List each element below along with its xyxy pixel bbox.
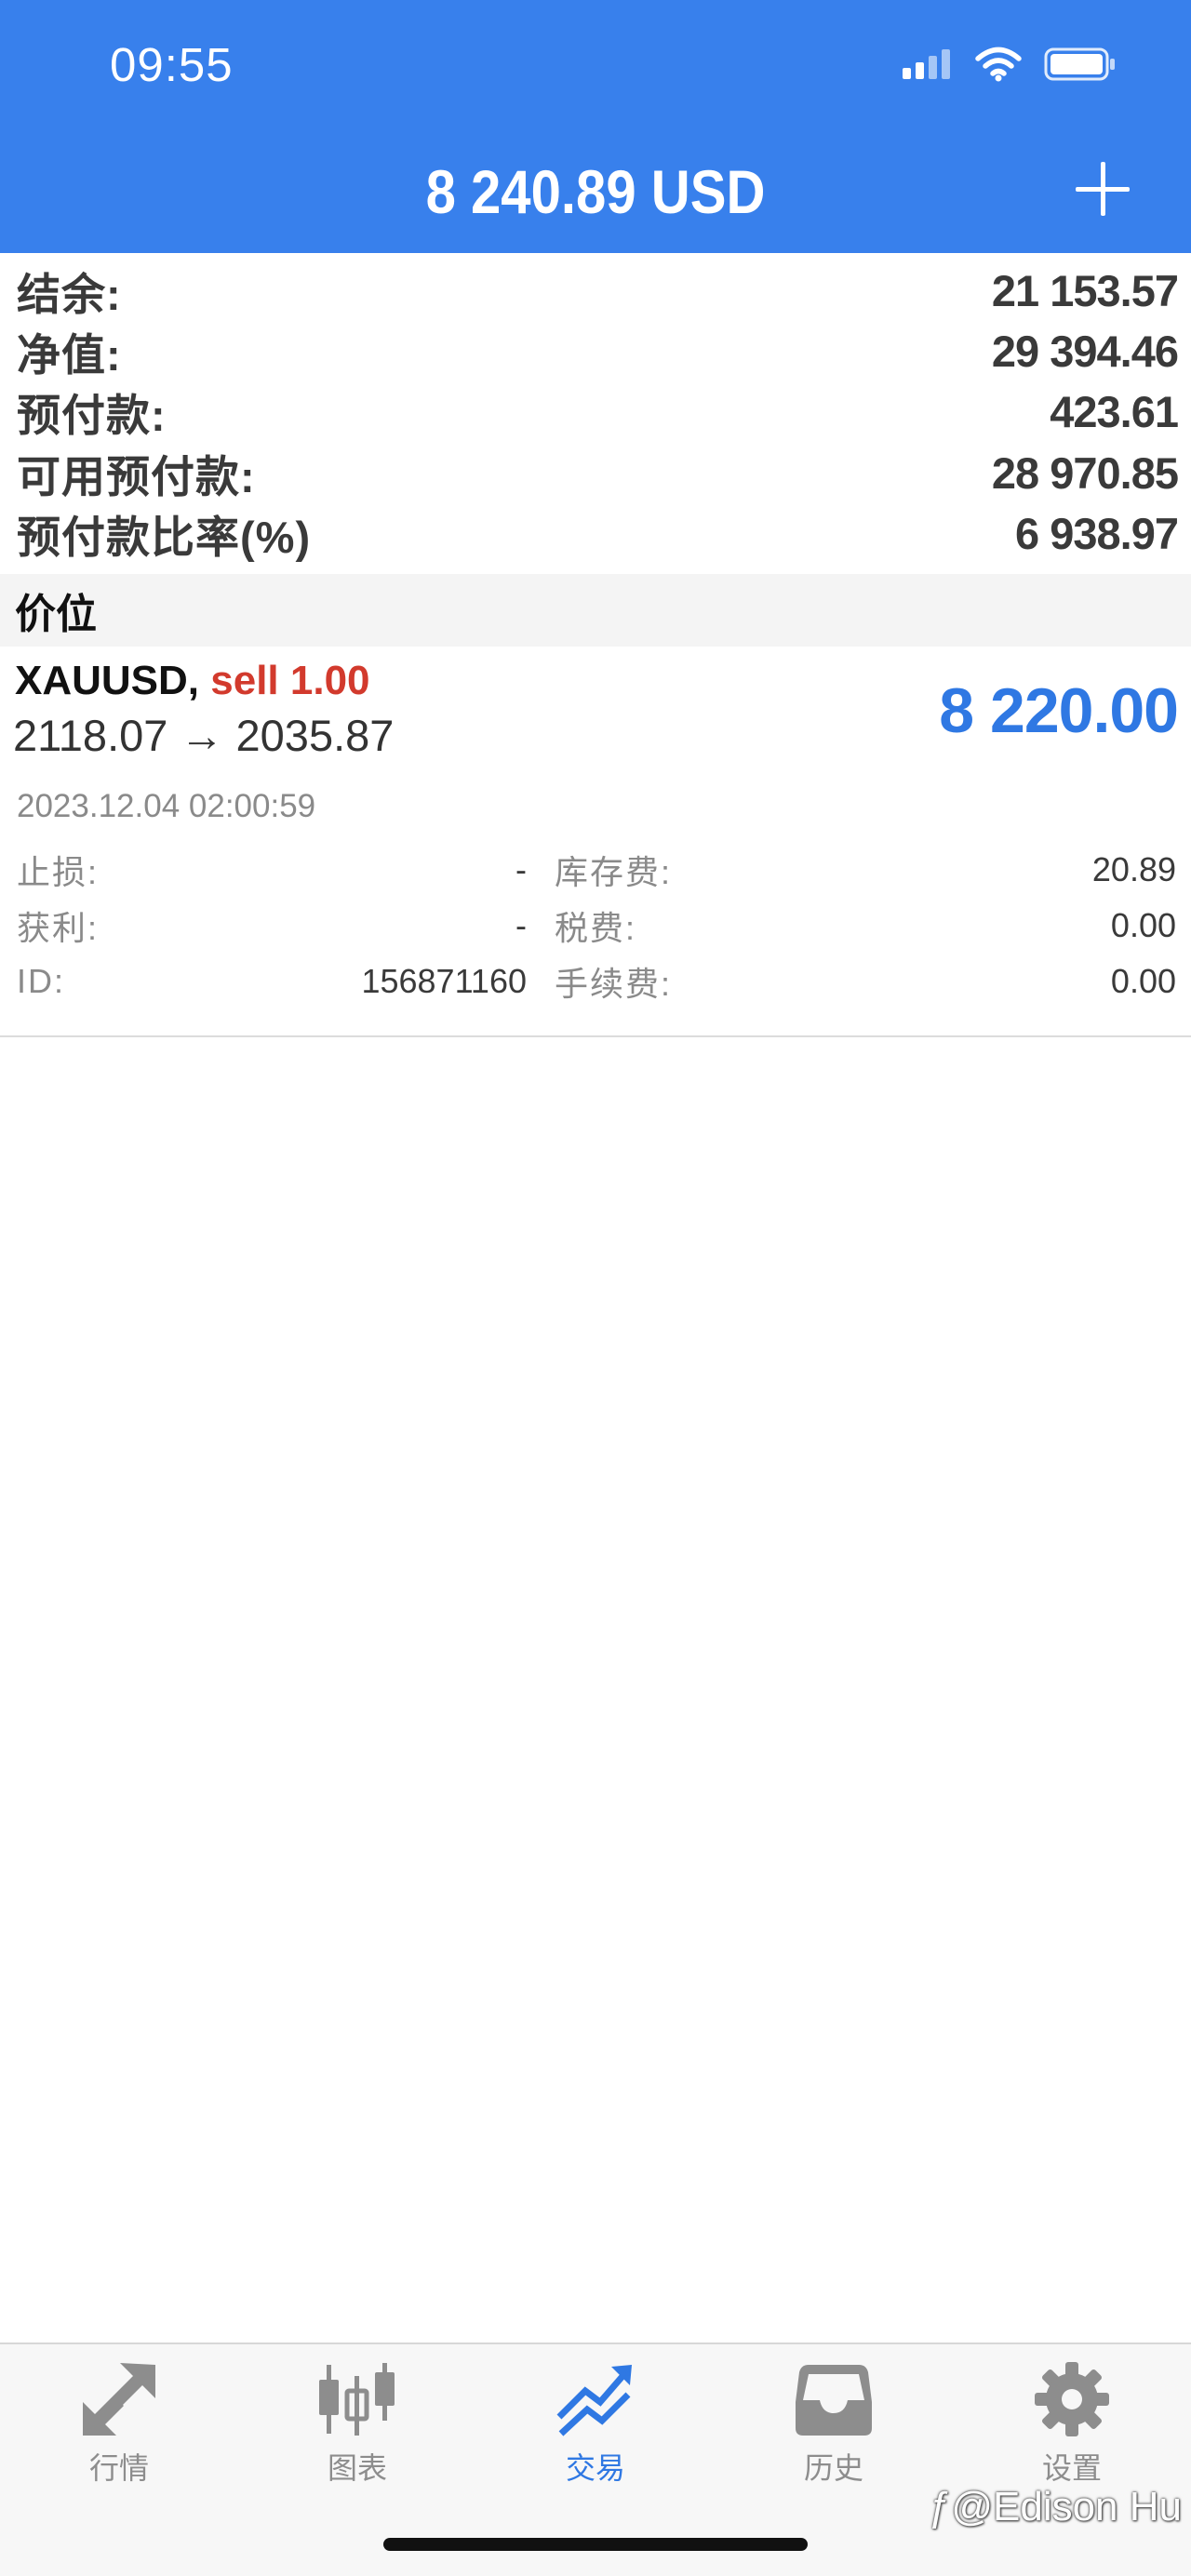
quotes-arrows-icon bbox=[83, 2363, 155, 2436]
id-value: 156871160 bbox=[361, 962, 527, 1000]
detail-stop-loss: 止损: - bbox=[17, 847, 527, 893]
equity-label: 净值: bbox=[17, 329, 122, 380]
swap-label: 库存费: bbox=[555, 853, 673, 891]
watermark: ƒ@Edison Hu bbox=[929, 2484, 1182, 2530]
free-margin-value: 28 970.85 bbox=[991, 447, 1179, 498]
wifi-icon bbox=[975, 47, 1022, 82]
account-summary: 结余: 21 153.57 净值: 29 394.46 预付款: 423.61 … bbox=[0, 253, 1191, 573]
app-header: 09:55 8 240.89 USD bbox=[0, 0, 1191, 253]
tab-charts[interactable]: 图表 bbox=[283, 2359, 432, 2499]
free-margin-label: 可用预付款: bbox=[17, 451, 256, 501]
tax-label: 税费: bbox=[555, 909, 637, 947]
position-profit: 8 220.00 bbox=[939, 675, 1179, 746]
summary-row-margin-level: 预付款比率(%) 6 938.97 bbox=[17, 503, 1179, 563]
position-prices: 2118.07 → 2035.87 bbox=[13, 711, 395, 760]
summary-row-margin: 预付款: 423.61 bbox=[17, 381, 1179, 441]
history-inbox-icon bbox=[796, 2365, 872, 2436]
home-indicator[interactable] bbox=[383, 2538, 808, 2551]
account-profit-title: 8 240.89 USD bbox=[425, 157, 766, 226]
detail-id: ID: 156871160 bbox=[17, 958, 527, 1005]
tab-charts-label: 图表 bbox=[327, 2451, 387, 2485]
detail-tax: 税费: 0.00 bbox=[555, 902, 1176, 949]
position-title: XAUUSD, sell 1.00 bbox=[15, 658, 370, 704]
status-bar: 09:55 bbox=[0, 0, 1191, 140]
position-item[interactable]: XAUUSD, sell 1.00 2118.07 → 2035.87 8 22… bbox=[0, 647, 1191, 1037]
tab-quotes[interactable]: 行情 bbox=[45, 2359, 194, 2499]
summary-row-free-margin: 可用预付款: 28 970.85 bbox=[17, 443, 1179, 502]
tab-settings-label: 设置 bbox=[1041, 2451, 1102, 2485]
margin-level-value: 6 938.97 bbox=[1015, 508, 1179, 558]
balance-value: 21 153.57 bbox=[991, 265, 1179, 315]
tax-value: 0.00 bbox=[1110, 906, 1176, 944]
margin-label: 预付款: bbox=[17, 390, 167, 440]
tab-trade-label: 交易 bbox=[565, 2451, 625, 2485]
positions-section-header: 价位 bbox=[0, 574, 1191, 647]
detail-take-profit: 获利: - bbox=[17, 902, 527, 949]
position-symbol: XAUUSD, bbox=[15, 658, 200, 703]
cellular-signal-icon bbox=[903, 49, 950, 79]
swap-value: 20.89 bbox=[1091, 850, 1176, 888]
equity-value: 29 394.46 bbox=[991, 326, 1179, 376]
candlestick-chart-icon bbox=[319, 2363, 395, 2436]
tab-history-label: 历史 bbox=[803, 2451, 863, 2485]
trade-screen: 09:55 8 240.89 USD 结余: 21 153.57 净值: 29 … bbox=[0, 0, 1191, 2576]
summary-row-equity: 净值: 29 394.46 bbox=[17, 321, 1179, 380]
detail-swap: 库存费: 20.89 bbox=[555, 847, 1176, 893]
position-open-time: 2023.12.04 02:00:59 bbox=[17, 788, 316, 824]
tab-trade[interactable]: 交易 bbox=[521, 2359, 670, 2499]
id-label: ID: bbox=[17, 962, 66, 1000]
plus-icon-vertical bbox=[1101, 162, 1105, 216]
gear-icon bbox=[1035, 2362, 1109, 2436]
margin-value: 423.61 bbox=[1050, 386, 1179, 436]
watermark-logo-icon: ƒ bbox=[928, 2484, 952, 2529]
commission-label: 手续费: bbox=[555, 965, 673, 1003]
detail-commission: 手续费: 0.00 bbox=[555, 958, 1176, 1005]
balance-label: 结余: bbox=[17, 269, 122, 319]
trade-trend-icon bbox=[556, 2365, 632, 2436]
take-profit-label: 获利: bbox=[17, 909, 100, 947]
status-time: 09:55 bbox=[110, 38, 234, 91]
take-profit-value: - bbox=[515, 906, 527, 944]
margin-level-label: 预付款比率(%) bbox=[17, 512, 312, 562]
position-side-volume: sell 1.00 bbox=[210, 658, 370, 703]
tab-settings[interactable]: 设置 bbox=[997, 2359, 1146, 2499]
summary-row-balance: 结余: 21 153.57 bbox=[17, 260, 1179, 320]
stop-loss-label: 止损: bbox=[17, 853, 100, 891]
commission-value: 0.00 bbox=[1110, 962, 1176, 1000]
positions-section-title: 价位 bbox=[15, 592, 97, 637]
status-icons bbox=[901, 47, 1117, 82]
new-order-button[interactable] bbox=[1070, 156, 1135, 221]
watermark-text: @Edison Hu bbox=[951, 2484, 1182, 2529]
stop-loss-value: - bbox=[515, 850, 527, 888]
battery-icon bbox=[1044, 47, 1115, 81]
tab-quotes-label: 行情 bbox=[88, 2451, 149, 2485]
tab-history[interactable]: 历史 bbox=[759, 2359, 908, 2499]
